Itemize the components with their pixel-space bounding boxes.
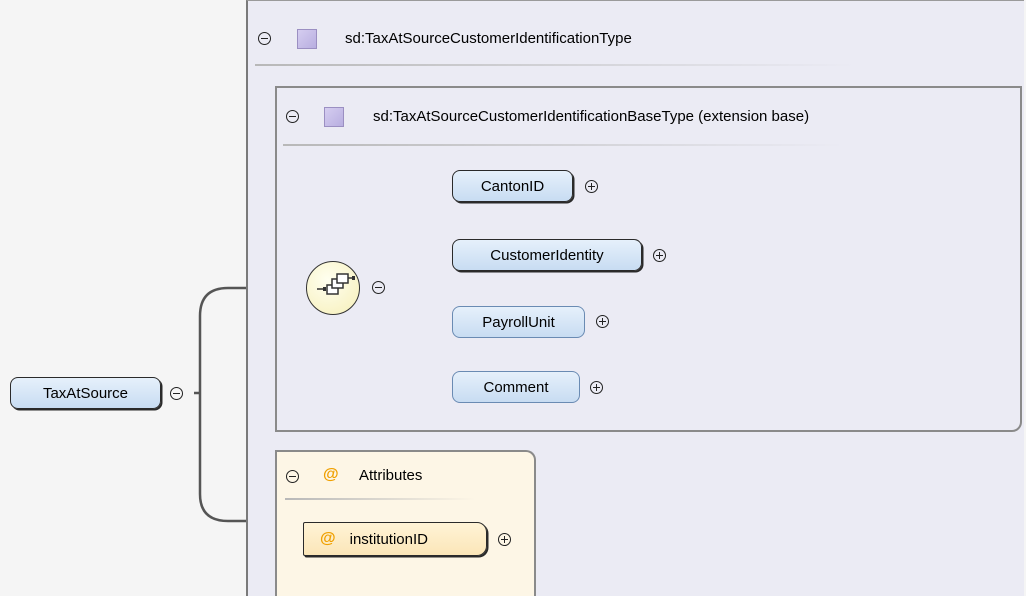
element-customeridentity[interactable]: CustomerIdentity bbox=[452, 239, 642, 271]
element-payrollunit[interactable]: PayrollUnit bbox=[452, 306, 585, 338]
attributes-at-icon: @ bbox=[323, 466, 339, 483]
element-cantonid[interactable]: CantonID bbox=[452, 170, 573, 202]
expand-payrollunit-toggle[interactable] bbox=[596, 315, 609, 328]
collapse-extension-toggle[interactable] bbox=[286, 110, 299, 123]
sequence-compositor[interactable] bbox=[306, 261, 360, 315]
collapse-root-toggle[interactable] bbox=[170, 387, 183, 400]
attribute-at-icon: @ bbox=[320, 530, 336, 547]
expand-comment-toggle[interactable] bbox=[590, 381, 603, 394]
extension-header-divider bbox=[283, 144, 843, 146]
attribute-institutionid-label: institutionID bbox=[349, 530, 428, 548]
collapse-type-toggle[interactable] bbox=[258, 32, 271, 45]
expand-institutionid-toggle[interactable] bbox=[498, 533, 511, 546]
extension-base-group bbox=[275, 86, 1022, 432]
collapse-sequence-toggle[interactable] bbox=[372, 281, 385, 294]
element-comment[interactable]: Comment bbox=[452, 371, 580, 403]
extension-type-label: sd:TaxAtSourceCustomerIdentificationBase… bbox=[373, 108, 810, 125]
expand-customeridentity-toggle[interactable] bbox=[653, 249, 666, 262]
complex-type-label: sd:TaxAtSourceCustomerIdentificationType bbox=[345, 30, 632, 47]
attributes-label: Attributes bbox=[359, 467, 423, 484]
complex-type-icon bbox=[297, 29, 317, 49]
root-element-taxatsource[interactable]: TaxAtSource bbox=[10, 377, 161, 409]
attribute-institutionid[interactable]: @ institutionID bbox=[303, 522, 487, 556]
attributes-header-divider bbox=[285, 498, 475, 500]
sequence-compositor-icon bbox=[317, 273, 355, 295]
collapse-attributes-toggle[interactable] bbox=[286, 470, 299, 483]
type-header-divider bbox=[255, 64, 855, 66]
expand-cantonid-toggle[interactable] bbox=[585, 180, 598, 193]
extension-type-icon bbox=[324, 107, 344, 127]
